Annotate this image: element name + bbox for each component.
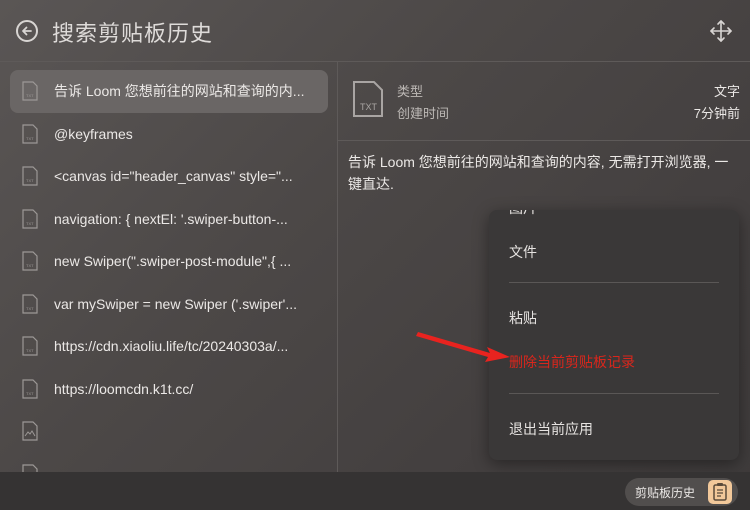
svg-text:TXT: TXT (26, 93, 34, 98)
text-file-icon: TXT (22, 251, 38, 271)
list-item-label: var mySwiper = new Swiper ('.swiper'... (54, 295, 298, 312)
txt-file-icon: TXT (353, 81, 383, 117)
clipboard-history-label: 剪贴板历史 (635, 485, 696, 500)
type-value: 文字 (713, 84, 740, 99)
clipboard-history-button[interactable]: 剪贴板历史 (625, 478, 738, 506)
app-window: 搜索剪贴板历史 TXT 告诉 Loom 您想前往的网站和查询的内... TXT … (0, 0, 750, 510)
detail-divider (338, 140, 750, 141)
list-item-label: new Swiper(".swiper-post-module",{ ... (54, 253, 292, 270)
svg-text:TXT: TXT (26, 263, 34, 268)
text-file-icon: TXT (22, 166, 38, 186)
clipboard-history-list: TXT 告诉 Loom 您想前往的网站和查询的内... TXT @keyfram… (10, 70, 328, 495)
list-item-label: @keyframes (54, 125, 133, 142)
created-value: 7分钟前 (693, 106, 740, 121)
list-item-label: <canvas id="header_canvas" style="... (54, 168, 293, 185)
back-arrow-icon[interactable] (16, 20, 38, 42)
list-item[interactable]: TXT var mySwiper = new Swiper ('.swiper'… (10, 283, 328, 326)
clipboard-content: 告诉 Loom 您想前往的网站和查询的内容, 无需打开浏览器, 一键直达. (348, 154, 729, 192)
clipboard-icon (708, 480, 732, 504)
detail-header: TXT 类型 文字 创建时间 7分钟前 (338, 62, 750, 140)
text-file-icon: TXT (22, 81, 38, 101)
list-item[interactable]: TXT https://cdn.xiaoliu.life/tc/20240303… (10, 325, 328, 368)
list-item-label: navigation: { nextEl: '.swiper-button-..… (54, 210, 288, 227)
svg-text:TXT: TXT (26, 136, 34, 141)
list-item[interactable]: TXT navigation: { nextEl: '.swiper-butto… (10, 198, 328, 241)
list-item[interactable]: TXT <canvas id="header_canvas" style="..… (10, 155, 328, 198)
title-bar: 搜索剪贴板历史 (0, 0, 750, 62)
list-item-label: 告诉 Loom 您想前往的网站和查询的内... (54, 83, 305, 100)
text-file-icon: TXT (22, 294, 38, 314)
list-item[interactable]: TXT https://loomcdn.k1t.cc/ (10, 368, 328, 411)
list-item[interactable]: TXT new Swiper(".swiper-post-module",{ .… (10, 240, 328, 283)
menu-item-image[interactable]: 图片 (509, 210, 537, 218)
list-item[interactable]: TXT 告诉 Loom 您想前往的网站和查询的内... (10, 70, 328, 113)
move-arrows-icon[interactable] (709, 19, 733, 43)
menu-item-delete-record[interactable]: 删除当前剪贴板记录 (509, 352, 635, 372)
image-file-icon (22, 421, 38, 441)
text-file-icon: TXT (22, 336, 38, 356)
list-item-label: https://cdn.xiaoliu.life/tc/20240303a/..… (54, 338, 289, 355)
list-item[interactable] (10, 410, 328, 453)
svg-text:TXT: TXT (26, 178, 34, 183)
text-file-icon: TXT (22, 379, 38, 399)
created-label: 创建时间 (397, 106, 450, 121)
menu-divider (509, 393, 719, 394)
menu-item-quit-app[interactable]: 退出当前应用 (509, 419, 593, 439)
list-item-label: https://loomcdn.k1t.cc/ (54, 380, 194, 397)
back-arrow-glyph (22, 26, 32, 36)
svg-text:TXT: TXT (26, 348, 34, 353)
text-file-icon: TXT (22, 209, 38, 229)
list-item[interactable]: TXT @keyframes (10, 113, 328, 156)
page-title: 搜索剪贴板历史 (52, 21, 214, 46)
text-file-icon: TXT (22, 124, 38, 144)
svg-text:TXT: TXT (26, 221, 34, 226)
svg-text:TXT: TXT (26, 391, 34, 396)
svg-text:TXT: TXT (26, 306, 34, 311)
type-label: 类型 (397, 84, 424, 99)
menu-item-file[interactable]: 文件 (509, 242, 537, 262)
txt-file-icon-label: TXT (360, 102, 378, 112)
red-arrow-annotation (416, 332, 510, 362)
context-menu: 图片 文件 粘贴 删除当前剪贴板记录 退出当前应用 (489, 210, 739, 460)
menu-divider (509, 282, 719, 283)
